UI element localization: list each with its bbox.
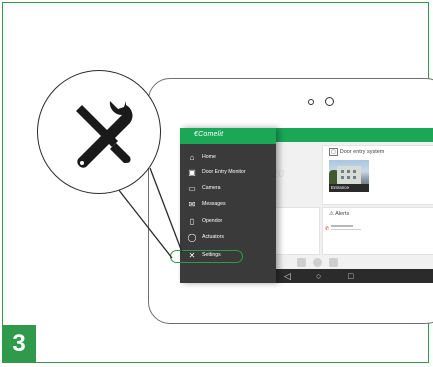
step-number-badge: 3 bbox=[2, 325, 36, 363]
tools-icon bbox=[76, 101, 133, 168]
magnifier-circle bbox=[37, 70, 161, 194]
